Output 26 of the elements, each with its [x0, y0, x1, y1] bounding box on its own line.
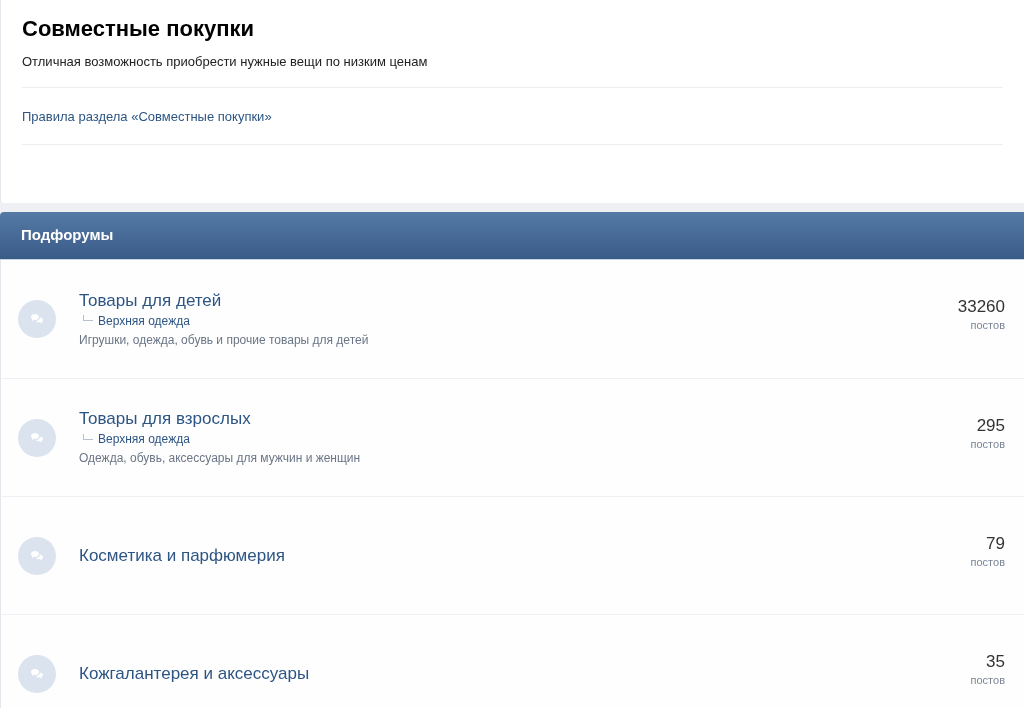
post-count: 33260	[957, 296, 1005, 317]
tree-branch-icon	[83, 315, 93, 321]
post-count: 35	[986, 651, 1005, 672]
subforum-link[interactable]: Верхняя одежда	[98, 431, 190, 447]
forum-title[interactable]: Товары для взрослых	[79, 408, 251, 430]
post-count: 295	[976, 415, 1005, 436]
forum-icon	[18, 654, 56, 693]
post-count-label: постов	[970, 318, 1005, 333]
forum-icon	[18, 536, 56, 575]
forum-icon	[18, 300, 56, 338]
forum-title[interactable]: Кожгалантерея и аксессуары	[79, 662, 310, 685]
forum-title[interactable]: Товары для детей	[79, 289, 222, 312]
post-count-label: постов	[970, 555, 1005, 570]
page-title: Совместные покупки	[22, 16, 255, 42]
section-title: Подфорумы	[21, 225, 114, 246]
forum-icon	[18, 418, 56, 457]
page-description: Отличная возможность приобрести нужные вещи по низким ценам	[22, 52, 1003, 88]
forum-title[interactable]: Косметика и парфюмерия	[79, 544, 285, 567]
post-count: 79	[986, 533, 1005, 554]
post-count-label: постов	[970, 673, 1005, 688]
subforum-link[interactable]: Верхняя одежда	[98, 312, 190, 329]
tree-branch-icon	[83, 433, 93, 440]
forum-description: Одежда, обувь, аксессуары для мужчин и женщин	[79, 450, 362, 467]
rules-link[interactable]: Правила раздела «Совместные покупки»	[22, 108, 272, 124]
post-count-label: постов	[970, 437, 1005, 452]
forum-description: Игрушки, одежда, обувь и прочие товары для детей	[79, 331, 370, 349]
